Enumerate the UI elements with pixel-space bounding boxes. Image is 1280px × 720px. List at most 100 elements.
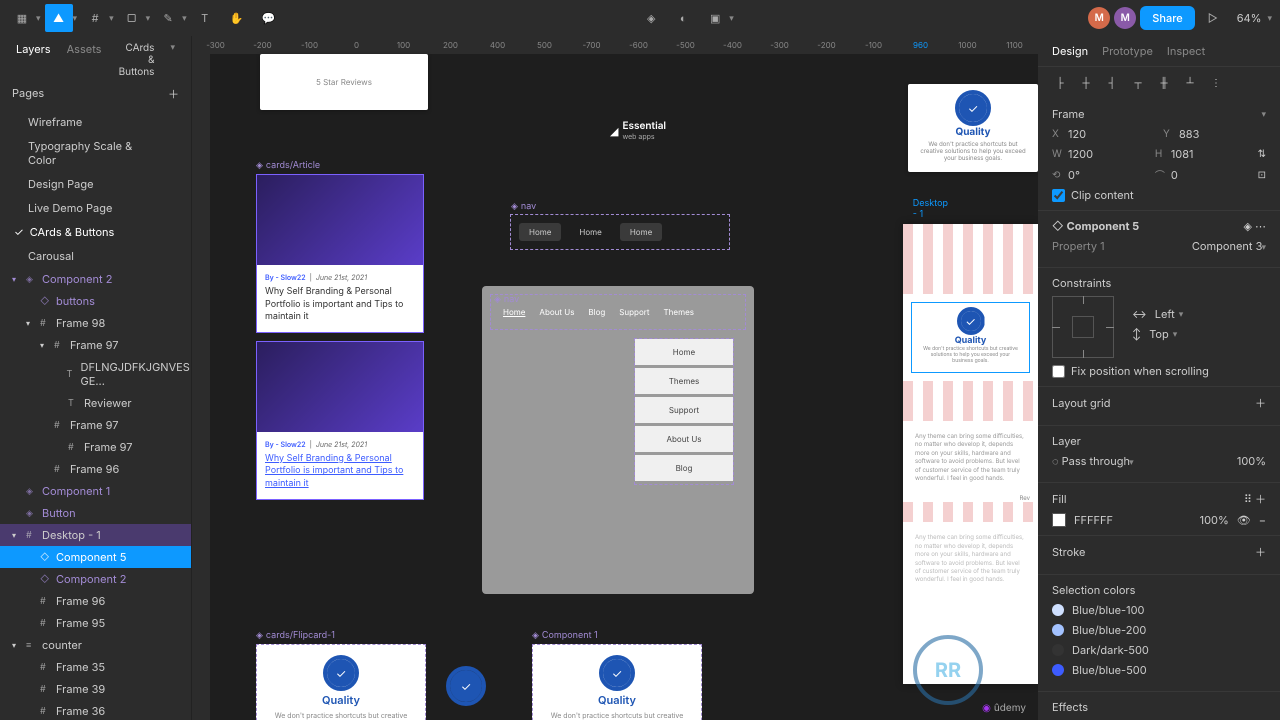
constraint-widget[interactable] [1052,296,1114,358]
layer-row[interactable]: #Frame 96 [0,458,191,480]
layer-row[interactable]: #Frame 39 [0,678,191,700]
share-button[interactable]: Share [1140,6,1194,30]
layer-row[interactable]: #Frame 97 [0,414,191,436]
page-item[interactable]: Carousal [0,244,191,268]
comment-tool-icon[interactable]: 💬 [255,4,283,32]
hand-tool-icon[interactable]: ✋ [223,4,251,32]
clip-checkbox[interactable] [1052,189,1065,202]
frame-tool-icon[interactable]: # [81,4,109,32]
desktop-frame[interactable]: Quality We don't practice shortcuts but … [903,224,1038,684]
page-item[interactable]: Typography Scale & Color [0,134,191,172]
align-bottom-icon[interactable]: ┴ [1180,75,1200,91]
page-item[interactable]: Wireframe [0,110,191,134]
tab-assets[interactable]: Assets [67,42,102,78]
navbar-item[interactable]: Home [503,307,525,317]
layer-row[interactable]: #Frame 97 [0,436,191,458]
distribute-icon[interactable]: ⋮ [1206,75,1226,91]
navbar-item[interactable]: Themes [664,307,694,317]
zoom-level[interactable]: 64% [1231,11,1268,25]
selection-color-row[interactable]: Dark/dark-500 [1052,643,1266,657]
h-input[interactable] [1171,147,1221,161]
dropdown-item[interactable]: Home [635,339,733,365]
more-icon[interactable]: ⋯ [1255,219,1266,233]
selection-color-row[interactable]: Blue/blue-100 [1052,603,1266,617]
fill-opacity[interactable]: 100% [1200,513,1229,527]
selection-color-row[interactable]: Blue/blue-200 [1052,623,1266,637]
align-hcenter-icon[interactable]: ┼ [1076,75,1096,91]
present-icon[interactable]: ▷ [1199,4,1227,32]
constrain-icon[interactable]: ⇅ [1258,148,1266,160]
text-tool-icon[interactable]: T [191,4,219,32]
pen-tool-icon[interactable]: ✎ [154,4,182,32]
variant-icon[interactable]: ◈ [1243,219,1251,233]
main-menu-icon[interactable]: ▦ [8,4,36,32]
file-name[interactable]: CArds & Buttons [118,42,159,78]
quality-card[interactable]: Quality We don't practice shortcuts but … [532,644,702,720]
tab-prototype[interactable]: Prototype [1102,44,1153,58]
fill-hex[interactable]: FFFFFF [1074,513,1113,527]
shape-tool-icon[interactable]: ▢ [118,4,146,32]
v-constraint[interactable]: Top [1149,327,1169,341]
h-constraint[interactable]: Left [1155,307,1175,321]
add-icon[interactable]: ＋ [1255,544,1266,560]
style-icon[interactable]: ⠿ [1244,492,1252,506]
canvas[interactable]: -300-200-1000100200400500-700-600-500-40… [192,36,1038,720]
rotation-input[interactable] [1068,168,1118,182]
opacity-value[interactable]: 100% [1237,454,1266,468]
x-input[interactable] [1068,127,1118,141]
layer-row[interactable]: ◈Button [0,502,191,524]
dropdown-item[interactable]: Blog [635,455,733,481]
page-item[interactable]: ✓CArds & Buttons [0,220,191,244]
layer-row[interactable]: TDFLNGJDFKJGNVES GE... [0,356,191,392]
layer-row[interactable]: #Frame 95 [0,612,191,634]
layer-row[interactable]: TReviewer [0,392,191,414]
dropdown-item[interactable]: Support [635,397,733,423]
page-item[interactable]: Design Page [0,172,191,196]
component-icon[interactable]: ◈ [637,4,665,32]
add-page-icon[interactable]: ＋ [168,86,179,102]
navbar-item[interactable]: Blog [588,307,605,317]
selection-color-row[interactable]: Blue/blue-500 [1052,663,1266,677]
navbar-item[interactable]: Support [619,307,649,317]
align-right-icon[interactable]: ┤ [1102,75,1122,91]
blend-mode[interactable]: Pass through [1062,454,1130,468]
align-vcenter-icon[interactable]: ╫ [1154,75,1174,91]
layer-row[interactable]: ▾#Desktop - 1 [0,524,191,546]
tab-design[interactable]: Design [1052,44,1088,58]
layer-row[interactable]: ▾◈Component 2 [0,268,191,290]
move-tool-icon[interactable]: ▲ [45,4,73,32]
add-icon[interactable]: ＋ [1255,395,1266,411]
nav-item[interactable]: Home [569,223,611,241]
article-card[interactable]: By - Slow22 | June 21st, 2021 Why Self B… [256,341,424,500]
layer-row[interactable]: ▾#Frame 97 [0,334,191,356]
page-item[interactable]: Live Demo Page [0,196,191,220]
quality-card[interactable]: Quality We don't practice shortcuts but … [256,644,426,720]
fix-position-checkbox[interactable] [1052,365,1065,378]
property-value[interactable]: Component 3 [1192,239,1263,253]
visibility-icon[interactable]: 👁 [1237,513,1251,527]
dropdown-item[interactable]: Themes [635,368,733,394]
align-left-icon[interactable]: ├ [1050,75,1070,91]
layer-row[interactable]: ◈Component 1 [0,480,191,502]
layer-row[interactable]: #Frame 35 [0,656,191,678]
radius-input[interactable] [1171,168,1221,182]
layer-row[interactable]: #Frame 96 [0,590,191,612]
mask-icon[interactable]: ◐ [669,4,697,32]
dropdown-item[interactable]: About Us [635,426,733,452]
remove-icon[interactable]: − [1259,513,1266,527]
layer-row[interactable]: ▾#Frame 98 [0,312,191,334]
article-card[interactable]: By - Slow22 | June 21st, 2021 Why Self B… [256,174,424,333]
avatar[interactable]: M [1114,7,1136,29]
fill-swatch[interactable] [1052,513,1066,527]
navbar-item[interactable]: About Us [539,307,574,317]
tab-inspect[interactable]: Inspect [1167,44,1205,58]
w-input[interactable] [1068,147,1118,161]
nav-item[interactable]: Home [519,223,561,241]
nav-item[interactable]: Home [620,223,662,241]
tab-layers[interactable]: Layers [16,42,51,78]
layer-row[interactable]: ◇Component 5 [0,546,191,568]
align-top-icon[interactable]: ┬ [1128,75,1148,91]
boolean-icon[interactable]: ▣ [701,4,729,32]
avatar[interactable]: M [1088,7,1110,29]
layer-row[interactable]: ◇buttons [0,290,191,312]
